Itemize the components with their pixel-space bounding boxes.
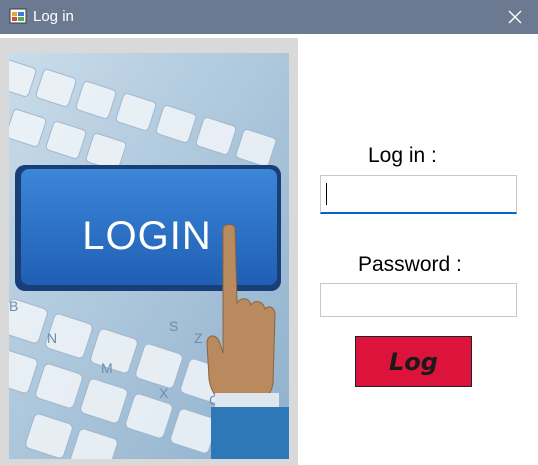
key-legend: Z <box>194 330 203 346</box>
log-button[interactable]: Log <box>355 336 472 387</box>
key-legend: B <box>9 298 18 314</box>
key-legend: M <box>101 360 113 376</box>
password-label: Password : <box>358 253 462 276</box>
login-illustration: N M B S X C Z LOGIN <box>9 53 289 459</box>
close-icon <box>508 10 522 24</box>
key-legend: X <box>159 385 169 401</box>
key-legend: S <box>169 318 178 334</box>
login-input[interactable] <box>320 175 517 214</box>
log-button-label: Log <box>389 347 438 376</box>
form-body: N M B S X C Z LOGIN Log in: Password: … <box>0 34 538 465</box>
close-button[interactable] <box>492 0 538 34</box>
login-label: Log in : <box>368 144 437 167</box>
app-form-icon <box>9 8 27 24</box>
login-key-text: LOGIN <box>82 214 211 258</box>
picture-box: N M B S X C Z LOGIN <box>0 38 298 465</box>
keyboard-illustration: N M B S X C Z LOGIN <box>9 53 289 459</box>
title-bar: Log in <box>0 0 538 34</box>
password-input[interactable] <box>320 283 517 317</box>
text-caret <box>326 183 327 205</box>
window-title: Log in <box>33 8 74 25</box>
key-legend: N <box>47 330 57 346</box>
